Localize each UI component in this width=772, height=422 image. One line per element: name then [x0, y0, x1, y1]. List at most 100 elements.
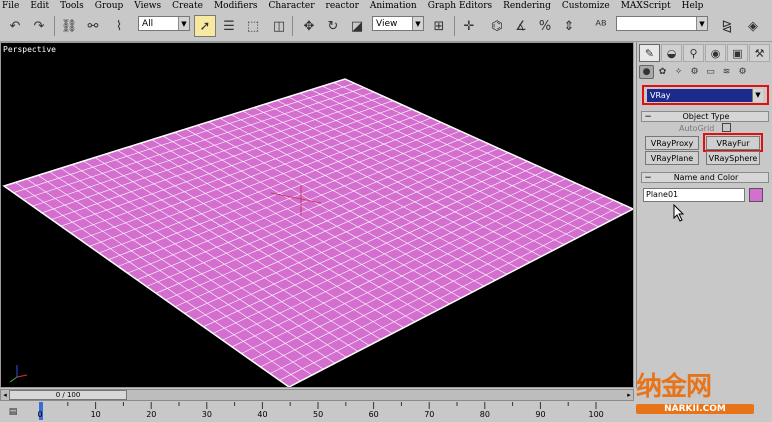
slider-left-arrow-icon[interactable]: ◂ — [1, 390, 9, 400]
track-bar-toggle-icon[interactable]: ▤ — [4, 405, 22, 419]
rollout-title: Object Type — [682, 112, 730, 121]
watermark: 纳金网 NARKII.COM — [632, 366, 772, 422]
bind-space-warp-icon[interactable]: ⌇ — [108, 15, 130, 37]
selection-filter-select[interactable]: All ▼ — [138, 16, 190, 31]
menu-help[interactable]: Help — [680, 1, 704, 11]
viewport-label[interactable]: Perspective — [3, 45, 56, 54]
menu-group[interactable]: Group — [93, 1, 123, 11]
scale-icon[interactable]: ◪ — [346, 15, 368, 37]
command-panel: ✎ ◒ ⚲ ◉ ▣ ⚒ ● ✿ ✧ ⚙ ▭ ≋ ⚙ VRay ▼ − Objec… — [636, 42, 772, 388]
frame-tick-label: 50 — [313, 410, 324, 419]
menu-modifiers[interactable]: Modifiers — [212, 1, 258, 11]
geometry-icon[interactable]: ● — [639, 65, 654, 79]
frame-tick-label: 30 — [201, 410, 212, 419]
create-tab-icon[interactable]: ✎ — [639, 44, 660, 62]
name-color-rollout-header[interactable]: − Name and Color — [641, 172, 769, 183]
perspective-viewport[interactable]: Perspective — [0, 42, 634, 388]
unlink-icon[interactable]: ⚯ — [82, 15, 104, 37]
undo-icon[interactable]: ↶ — [4, 15, 26, 37]
mouse-cursor-icon — [673, 204, 685, 222]
rect-selection-icon[interactable]: ⬚ — [242, 15, 264, 37]
object-type-rollout-header[interactable]: − Object Type — [641, 111, 769, 122]
pivot-center-icon[interactable]: ⊞ — [428, 15, 450, 37]
percent-snap-icon[interactable]: % — [534, 15, 556, 37]
menu-bar: File Edit Tools Group Views Create Modif… — [0, 0, 772, 12]
frame-tick-label: 20 — [146, 410, 157, 419]
menu-views[interactable]: Views — [132, 1, 161, 11]
frame-tick-label: 60 — [368, 410, 379, 419]
command-panel-tabs: ✎ ◒ ⚲ ◉ ▣ ⚒ — [639, 44, 771, 64]
utilities-tab-icon[interactable]: ⚒ — [749, 44, 770, 62]
menu-graph-editors[interactable]: Graph Editors — [426, 1, 492, 11]
rotate-icon[interactable]: ↻ — [322, 15, 344, 37]
vrayproxy-button[interactable]: VRayProxy — [645, 136, 699, 150]
vrayfur-button[interactable]: VRayFur — [706, 136, 760, 150]
helpers-icon[interactable]: ▭ — [703, 65, 718, 79]
menu-animation[interactable]: Animation — [368, 1, 417, 11]
menu-edit[interactable]: Edit — [28, 1, 49, 11]
menu-maxscript[interactable]: MAXScript — [619, 1, 671, 11]
autogrid-checkbox[interactable] — [722, 123, 731, 132]
lights-icon[interactable]: ✧ — [671, 65, 686, 79]
redo-icon[interactable]: ↷ — [28, 15, 50, 37]
toolbar-divider — [454, 16, 455, 36]
geometry-type-value: VRay — [650, 91, 671, 100]
chevron-down-icon: ▼ — [752, 89, 763, 102]
object-color-swatch[interactable] — [749, 188, 763, 202]
named-selection-select[interactable]: ▼ — [616, 16, 708, 31]
mirror-icon[interactable]: ⧎ — [716, 15, 738, 37]
frame-tick-label: 40 — [257, 410, 268, 419]
frame-tick-label: 80 — [479, 410, 490, 419]
time-slider-thumb[interactable]: 0 / 100 — [9, 390, 127, 400]
collapse-icon: − — [644, 111, 652, 122]
menu-rendering[interactable]: Rendering — [501, 1, 551, 11]
align-icon[interactable]: ◈ — [742, 15, 764, 37]
snaps-toggle-icon[interactable]: ⌬ — [486, 15, 508, 37]
select-link-icon[interactable]: ⛓ — [58, 15, 80, 37]
object-name-field[interactable]: Plane01 — [643, 188, 745, 202]
watermark-url: NARKII.COM — [636, 404, 754, 414]
modify-tab-icon[interactable]: ◒ — [661, 44, 682, 62]
motion-tab-icon[interactable]: ◉ — [705, 44, 726, 62]
create-category-tabs: ● ✿ ✧ ⚙ ▭ ≋ ⚙ — [639, 65, 771, 81]
edit-named-selection-icon[interactable]: ᴬᴮ — [590, 15, 612, 37]
menu-customize[interactable]: Customize — [560, 1, 610, 11]
track-bar[interactable]: ▤ 0 10 20 30 40 50 60 70 80 90 100 — [0, 402, 634, 422]
chevron-down-icon: ▼ — [696, 17, 707, 30]
window-crossing-icon[interactable]: ◫ — [268, 15, 290, 37]
vraysphere-button[interactable]: VRaySphere — [706, 151, 760, 165]
highlight-frame: VRay ▼ — [642, 85, 769, 105]
select-by-name-icon[interactable]: ☰ — [218, 15, 240, 37]
plane-object[interactable] — [1, 43, 633, 387]
selection-filter-value: All — [142, 18, 154, 29]
watermark-logo: 纳金网 — [636, 372, 712, 402]
cameras-icon[interactable]: ⚙ — [687, 65, 702, 79]
vrayplane-button[interactable]: VRayPlane — [645, 151, 699, 165]
frame-tick-label: 100 — [588, 410, 604, 419]
menu-create[interactable]: Create — [170, 1, 203, 11]
menu-file[interactable]: File — [0, 1, 19, 11]
select-manipulate-icon[interactable]: ✛ — [458, 15, 480, 37]
menu-character[interactable]: Character — [267, 1, 315, 11]
spinner-snap-icon[interactable]: ⇕ — [558, 15, 580, 37]
frame-tick-label: 70 — [424, 410, 435, 419]
menu-tools[interactable]: Tools — [58, 1, 84, 11]
menu-reactor[interactable]: reactor — [324, 1, 359, 11]
space-warps-icon[interactable]: ≋ — [719, 65, 734, 79]
display-tab-icon[interactable]: ▣ — [727, 44, 748, 62]
geometry-type-select[interactable]: VRay ▼ — [647, 89, 763, 102]
angle-snap-icon[interactable]: ∡ — [510, 15, 532, 37]
systems-icon[interactable]: ⚙ — [735, 65, 750, 79]
time-slider-bar: ◂ 0 / 100 ▸ — [0, 389, 634, 401]
hierarchy-tab-icon[interactable]: ⚲ — [683, 44, 704, 62]
main-toolbar: ↶ ↷ ⛓ ⚯ ⌇ All ▼ ➚ ☰ ⬚ ◫ ✥ ↻ ◪ View ▼ ⊞ ✛… — [0, 12, 772, 42]
autogrid-label: AutoGrid — [679, 124, 715, 133]
time-slider[interactable]: ◂ 0 / 100 ▸ — [0, 389, 634, 401]
select-object-icon[interactable]: ➚ — [194, 15, 216, 37]
chevron-down-icon: ▼ — [178, 17, 189, 30]
shapes-icon[interactable]: ✿ — [655, 65, 670, 79]
move-icon[interactable]: ✥ — [298, 15, 320, 37]
reference-coord-select[interactable]: View ▼ — [372, 16, 424, 31]
rollout-title: Name and Color — [673, 173, 739, 182]
toolbar-divider — [54, 16, 55, 36]
